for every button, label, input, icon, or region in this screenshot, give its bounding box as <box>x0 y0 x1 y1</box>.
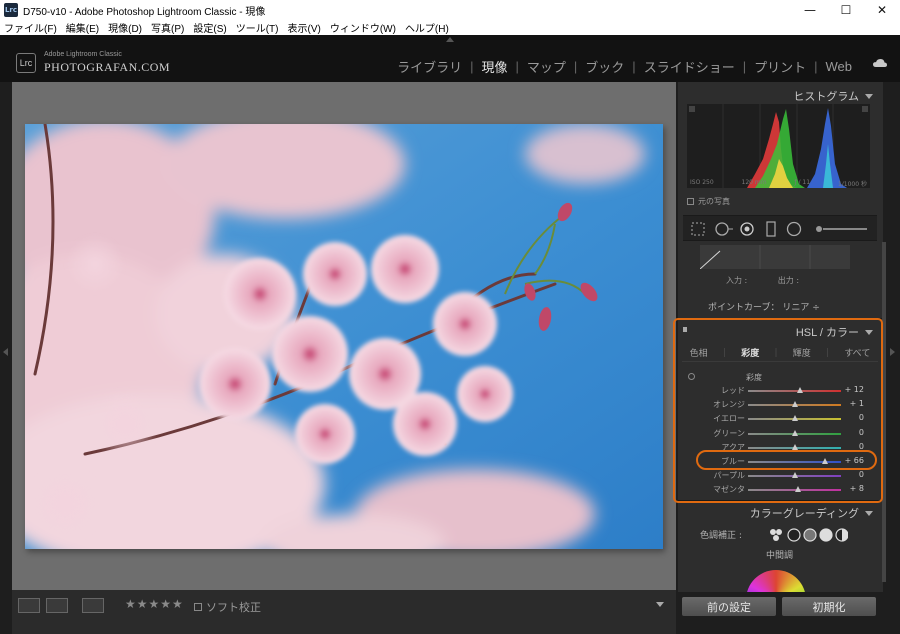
output-label: 出力 : <box>777 276 800 285</box>
menu-view[interactable]: 表示(V) <box>283 20 325 35</box>
adjustment-brush-icon[interactable] <box>816 226 867 232</box>
close-button[interactable]: ✕ <box>864 0 900 20</box>
before-after-view-icon[interactable] <box>46 598 68 613</box>
previous-settings-button[interactable]: 前の設定 <box>682 597 776 616</box>
module-map[interactable]: マップ <box>519 57 574 76</box>
expand-left-panel-icon[interactable] <box>3 348 8 356</box>
histogram-title: ヒストグラム <box>793 91 859 103</box>
hsl-panel-highlight <box>673 318 883 503</box>
top-header: Lrc Adobe Lightroom Classic PHOTOGRAFAN.… <box>0 35 900 82</box>
soft-proof-toggle[interactable]: ソフト校正 <box>194 599 261 615</box>
histogram[interactable] <box>687 104 870 188</box>
tool-strip <box>683 215 877 241</box>
window-title: D750-v10 - Adobe Photoshop Lightroom Cla… <box>23 6 266 18</box>
minimize-button[interactable]: — <box>792 0 828 20</box>
shadows-wheel-icon[interactable] <box>787 528 801 542</box>
aperture-value: ƒ / 11 <box>794 179 811 186</box>
module-slideshow[interactable]: スライドショー <box>636 57 743 76</box>
collapse-triangle-icon <box>865 510 873 516</box>
module-print[interactable]: プリント <box>746 57 814 76</box>
collapse-top-panel-icon[interactable] <box>446 37 454 42</box>
original-photo-checkbox[interactable] <box>687 198 694 205</box>
collapse-triangle-icon <box>865 93 873 99</box>
menu-develop[interactable]: 現像(D) <box>104 20 147 35</box>
collapse-right-panel-icon[interactable] <box>890 348 895 356</box>
menu-photo[interactable]: 写真(P) <box>147 20 189 35</box>
lrc-logo: Lrc <box>16 53 36 73</box>
blue-slider-highlight <box>696 450 877 470</box>
image-view <box>12 82 676 590</box>
shutter-value: 1/1000 秒 <box>837 181 867 188</box>
iso-value: ISO 250 <box>690 179 714 186</box>
graduated-filter-icon[interactable] <box>766 221 776 237</box>
rating-stars[interactable]: ★★★★★ <box>125 597 184 611</box>
menu-bar: ファイル(F) 編集(E) 現像(D) 写真(P) 設定(S) ツール(T) 表… <box>0 20 900 35</box>
histogram-header[interactable]: ヒストグラム <box>793 88 873 104</box>
tone-curve-graph[interactable] <box>699 245 850 270</box>
module-book[interactable]: ブック <box>577 57 632 76</box>
menu-file[interactable]: ファイル(F) <box>0 20 62 35</box>
cherry-blossom-photo[interactable] <box>25 124 663 549</box>
soft-proof-checkbox[interactable] <box>194 603 202 611</box>
point-curve-value[interactable]: リニア ÷ <box>782 303 819 313</box>
color-wheel[interactable] <box>746 570 806 592</box>
module-library[interactable]: ライブラリ <box>389 57 470 76</box>
app-icon: Lrc <box>4 3 18 17</box>
menu-help[interactable]: ヘルプ(H) <box>401 20 454 35</box>
highlights-wheel-icon[interactable] <box>819 528 833 542</box>
menu-edit[interactable]: 編集(E) <box>62 20 104 35</box>
midtones-label: 中間調 <box>766 551 794 561</box>
menu-window[interactable]: ウィンドウ(W) <box>326 20 401 35</box>
identity-subtitle: Adobe Lightroom Classic <box>44 51 122 58</box>
curve-io-labels: 入力 : 出力 : <box>726 275 827 286</box>
toolbar-menu-chevron-down-icon[interactable] <box>656 602 664 607</box>
identity-plate: PHOTOGRAFAN.COM <box>44 60 171 74</box>
crop-tool-icon[interactable] <box>691 222 705 236</box>
maximize-button[interactable]: ☐ <box>828 0 864 20</box>
point-curve-label: ポイントカーブ： <box>708 303 780 313</box>
menu-tools[interactable]: ツール(T) <box>232 20 284 35</box>
title-bar: Lrc D750-v10 - Adobe Photoshop Lightroom… <box>0 0 900 20</box>
original-photo-toggle[interactable]: 元の写真 <box>687 196 730 207</box>
radial-filter-icon[interactable] <box>786 221 802 237</box>
three-way-icon[interactable] <box>770 529 782 541</box>
left-panel-edge <box>0 82 12 590</box>
cloud-sync-icon[interactable] <box>872 58 888 68</box>
color-grading-mode-buttons <box>768 527 848 543</box>
soft-proof-label: ソフト校正 <box>206 601 261 614</box>
module-web[interactable]: Web <box>818 59 861 74</box>
menu-settings[interactable]: 設定(S) <box>189 20 231 35</box>
red-eye-tool-icon[interactable] <box>740 222 754 236</box>
color-grading-mode-label: 色調補正 : <box>700 531 742 541</box>
focal-length-value: 120 mm <box>741 179 767 186</box>
before-after-split-icon[interactable] <box>82 598 104 613</box>
loupe-view-icon[interactable] <box>18 598 40 613</box>
module-develop[interactable]: 現像 <box>473 57 515 76</box>
module-picker: ライブラリ | 現像 | マップ | ブック | スライドショー | プリント | Web <box>389 57 860 76</box>
input-label: 入力 : <box>726 276 748 285</box>
color-grading-title: カラーグレーディング <box>749 508 859 520</box>
bottom-toolbar: ★★★★★ ソフト校正 <box>12 590 676 634</box>
panel-buttons: 前の設定 初期化 <box>678 592 883 634</box>
point-curve-select[interactable]: ポイントカーブ： リニア ÷ <box>708 300 820 313</box>
color-grading-header[interactable]: カラーグレーディング <box>750 505 873 521</box>
midtones-wheel-icon[interactable] <box>803 528 817 542</box>
histogram-exif-info: ISO 250 120 mm ƒ / 11 1/1000 秒 <box>687 179 870 188</box>
global-wheel-icon[interactable] <box>835 528 848 542</box>
spot-removal-tool-icon[interactable] <box>715 222 733 236</box>
reset-button[interactable]: 初期化 <box>782 597 876 616</box>
original-photo-label: 元の写真 <box>698 197 730 206</box>
